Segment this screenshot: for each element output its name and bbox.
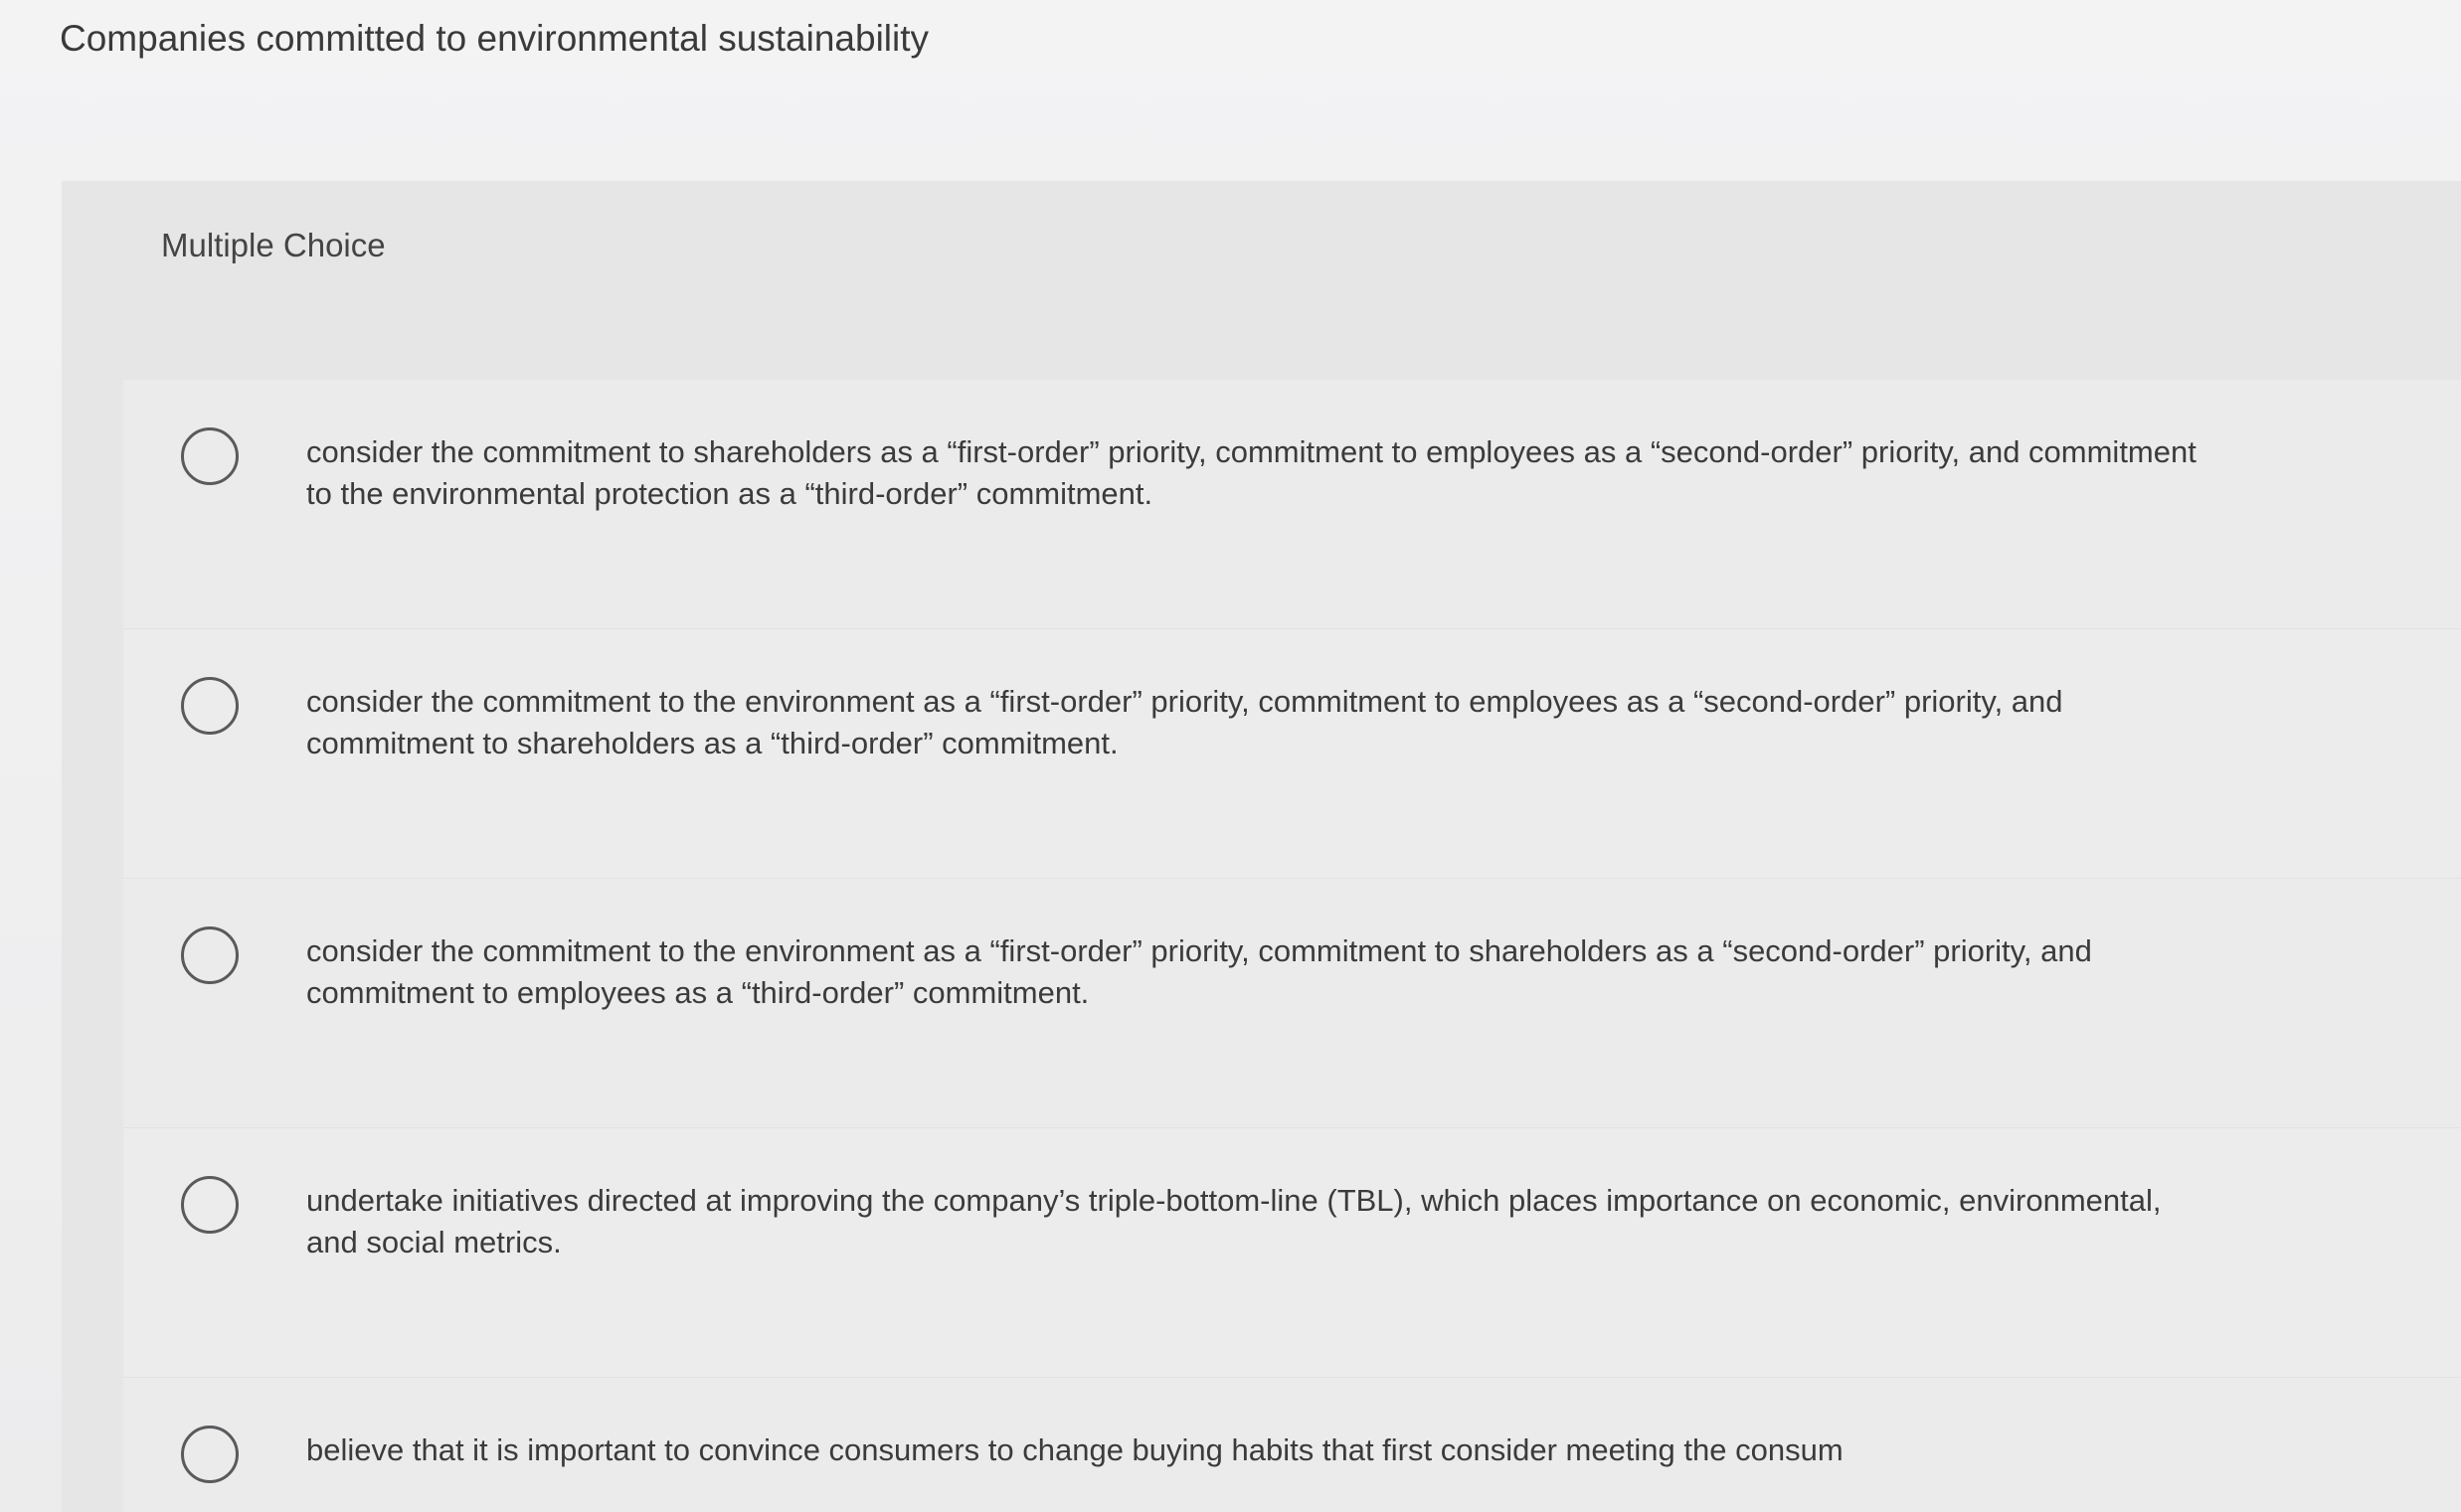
choice-option-5[interactable]: believe that it is important to convince… bbox=[123, 1378, 2461, 1512]
choice-option-4[interactable]: undertake initiatives directed at improv… bbox=[123, 1128, 2461, 1378]
radio-button-3[interactable] bbox=[181, 926, 239, 984]
choice-text-2: consider the commitment to the environme… bbox=[306, 684, 2063, 760]
question-type-label: Multiple Choice bbox=[161, 227, 386, 263]
radio-button-4[interactable] bbox=[181, 1176, 239, 1234]
quiz-page: Companies committed to environmental sus… bbox=[0, 0, 2461, 1512]
choice-text-5: believe that it is important to convince… bbox=[306, 1432, 1844, 1467]
radio-button-2[interactable] bbox=[181, 677, 239, 735]
question-title: Companies committed to environmental sus… bbox=[60, 18, 930, 59]
choice-list: consider the commitment to shareholders … bbox=[123, 380, 2461, 1512]
choice-text-3: consider the commitment to the environme… bbox=[306, 933, 2092, 1010]
choice-option-1[interactable]: consider the commitment to shareholders … bbox=[123, 380, 2461, 629]
question-card: Multiple Choice consider the commitment … bbox=[62, 181, 2461, 1512]
choice-text-4: undertake initiatives directed at improv… bbox=[306, 1183, 2162, 1260]
choice-option-2[interactable]: consider the commitment to the environme… bbox=[123, 629, 2461, 879]
choice-text-1: consider the commitment to shareholders … bbox=[306, 434, 2197, 511]
choice-option-3[interactable]: consider the commitment to the environme… bbox=[123, 879, 2461, 1128]
radio-button-1[interactable] bbox=[181, 427, 239, 485]
radio-button-5[interactable] bbox=[181, 1426, 239, 1483]
